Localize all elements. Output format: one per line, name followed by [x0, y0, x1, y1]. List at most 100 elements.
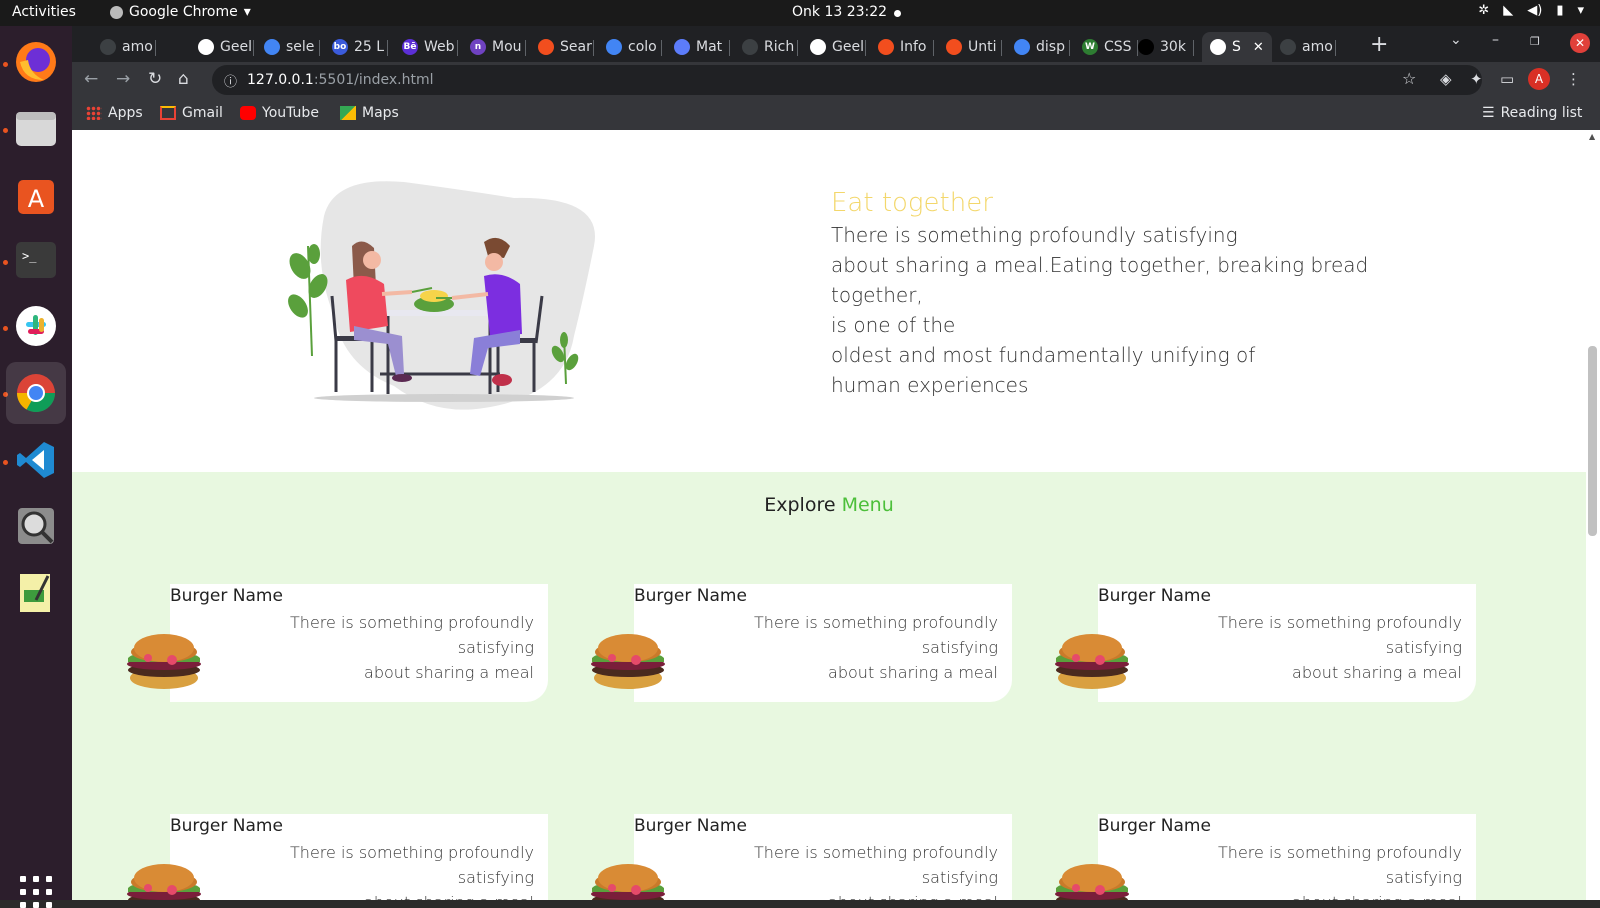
running-indicator: [3, 460, 8, 465]
new-tab-button[interactable]: +: [1370, 32, 1388, 57]
tab-favicon-icon: [742, 39, 758, 55]
extensions-icon[interactable]: ✦: [1470, 70, 1483, 88]
show-applications-icon[interactable]: [20, 876, 52, 908]
software-center-icon[interactable]: A: [12, 170, 60, 218]
menu-card-desc-line: about sharing a meal: [678, 890, 998, 900]
tab-favicon-icon: [100, 39, 116, 55]
browser-tab[interactable]: colo: [598, 32, 662, 62]
browser-tab[interactable]: Info: [870, 32, 934, 62]
tab-separator: [387, 40, 388, 56]
browser-tab[interactable]: Unti: [938, 32, 1002, 62]
tab-title: S: [1232, 39, 1241, 55]
reading-list-button[interactable]: ☰ Reading list: [1482, 105, 1582, 121]
menu-card[interactable]: Burger Name There is something profoundly…: [1098, 814, 1476, 900]
browser-tab[interactable]: Mat: [666, 32, 730, 62]
browser-tab[interactable]: Geel: [802, 32, 866, 62]
about-line: oldest and most fundamentally unifying o…: [831, 343, 1256, 367]
tab-favicon-icon: [1014, 39, 1030, 55]
browser-tab[interactable]: Geel: [190, 32, 254, 62]
system-tray[interactable]: ✲ ◣ ◀) ▮ ▾: [1478, 3, 1584, 18]
back-button[interactable]: ←: [84, 69, 98, 89]
tab-favicon-icon: [946, 39, 962, 55]
browser-tab[interactable]: Sear: [530, 32, 594, 62]
scroll-thumb[interactable]: [1588, 346, 1597, 536]
bookmark-youtube[interactable]: YouTube: [240, 105, 319, 121]
menu-card-description: There is something profoundly satisfying…: [214, 610, 534, 685]
tab-favicon-icon: [1210, 39, 1226, 55]
browser-tab[interactable]: disp: [1006, 32, 1070, 62]
tab-title: Unti: [968, 39, 997, 55]
chrome-menu-icon[interactable]: ⋮: [1566, 70, 1581, 88]
bookmark-label: YouTube: [262, 105, 319, 121]
browser-tab[interactable]: S ✕: [1202, 32, 1272, 62]
slack-tray-icon[interactable]: ✲: [1478, 3, 1489, 18]
tab-title: Mat: [696, 39, 723, 55]
burger-image: [124, 858, 204, 900]
svg-text:>_: >_: [22, 249, 37, 263]
clock[interactable]: Onk 13 23:22: [792, 4, 887, 20]
firefox-icon[interactable]: [12, 38, 60, 86]
tab-title: colo: [628, 39, 657, 55]
page-scrollbar[interactable]: ▲: [1586, 130, 1600, 900]
minimize-button[interactable]: –: [1492, 32, 1499, 48]
bookmark-star-icon[interactable]: ☆: [1402, 69, 1416, 88]
bookmark-gmail[interactable]: Gmail: [160, 105, 223, 121]
text-editor-icon[interactable]: [12, 568, 60, 616]
activities-button[interactable]: Activities: [12, 4, 76, 20]
browser-tab[interactable]: amo: [1272, 32, 1336, 62]
tab-favicon-icon: n: [470, 39, 486, 55]
vscode-icon[interactable]: [12, 436, 60, 484]
tab-favicon-icon: [606, 39, 622, 55]
home-button[interactable]: ⌂: [178, 69, 189, 89]
menu-card[interactable]: Burger Name There is something profoundly…: [1098, 584, 1476, 702]
tab-search-icon[interactable]: ⌄: [1450, 32, 1462, 48]
tab-separator: [797, 40, 798, 56]
site-info-icon[interactable]: ⓘ: [224, 71, 237, 90]
tab-separator: [1069, 40, 1070, 56]
browser-tab[interactable]: bo 25 L: [324, 32, 388, 62]
color-picker-extension-icon[interactable]: ◈: [1440, 70, 1452, 88]
menu-card-name: Burger Name: [1098, 816, 1211, 836]
tab-title: 25 L: [354, 39, 385, 55]
tab-separator: [525, 40, 526, 56]
browser-tab[interactable]: W CSS: [1074, 32, 1138, 62]
notification-dot: [894, 10, 901, 17]
app-menu[interactable]: Google Chrome ▾: [110, 4, 251, 20]
menu-heading-accent: Menu: [841, 494, 894, 516]
slack-icon[interactable]: [12, 302, 60, 350]
bookmark-apps[interactable]: Apps: [86, 105, 143, 121]
browser-tab[interactable]: sele: [256, 32, 320, 62]
burger-image: [124, 628, 204, 692]
terminal-icon[interactable]: >_: [12, 236, 60, 284]
tab-close-icon[interactable]: ✕: [1253, 40, 1264, 55]
menu-card[interactable]: Burger Name There is something profoundly…: [170, 584, 548, 702]
image-viewer-icon[interactable]: [12, 502, 60, 550]
files-icon[interactable]: [12, 104, 60, 152]
menu-card[interactable]: Burger Name There is something profoundly…: [170, 814, 548, 900]
restore-button[interactable]: ❐: [1530, 35, 1540, 48]
browser-tab[interactable]: 30k: [1130, 32, 1194, 62]
browser-tab[interactable]: Bē Web: [394, 32, 458, 62]
browser-tab[interactable]: Rich: [734, 32, 798, 62]
address-bar[interactable]: ⓘ 127.0.0.1:5501/index.html: [212, 65, 1482, 95]
browser-tab[interactable]: amo: [92, 32, 156, 62]
menu-card-description: There is something profoundly satisfying…: [678, 840, 998, 900]
close-window-button[interactable]: ✕: [1570, 33, 1590, 53]
reload-button[interactable]: ↻: [148, 69, 162, 89]
profile-avatar[interactable]: A: [1528, 68, 1550, 90]
menu-card-desc-line: There is something profoundly satisfying: [1218, 613, 1462, 657]
scroll-up-icon[interactable]: ▲: [1589, 132, 1595, 141]
maps-icon: [340, 106, 356, 120]
forward-button[interactable]: →: [116, 69, 130, 89]
running-indicator: [3, 260, 8, 265]
system-menu-arrow-icon[interactable]: ▾: [1577, 3, 1584, 18]
menu-card[interactable]: Burger Name There is something profoundly…: [634, 814, 1012, 900]
chrome-icon[interactable]: [6, 362, 66, 424]
tab-separator: [661, 40, 662, 56]
menu-card[interactable]: Burger Name There is something profoundly…: [634, 584, 1012, 702]
bookmark-label: Maps: [362, 105, 399, 121]
browser-tab[interactable]: n Mou: [462, 32, 526, 62]
bookmark-maps[interactable]: Maps: [340, 105, 399, 121]
menu-card-desc-line: about sharing a meal: [364, 663, 534, 682]
cast-icon[interactable]: ▭: [1500, 70, 1514, 88]
